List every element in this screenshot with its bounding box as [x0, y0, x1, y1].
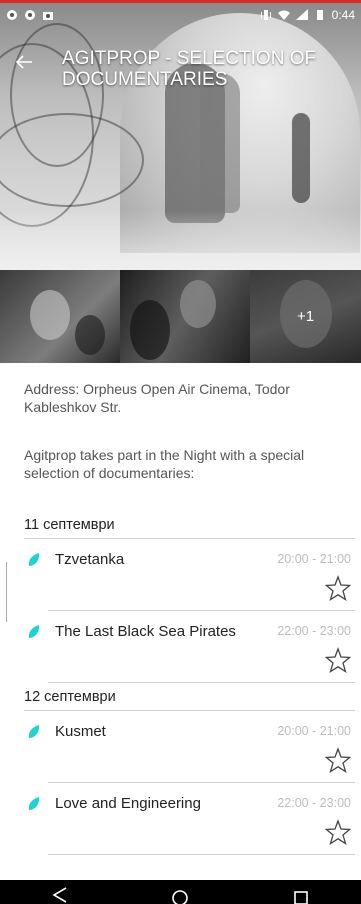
event-name: Kusmet — [55, 723, 106, 740]
gallery-photo[interactable] — [0, 270, 120, 363]
back-button[interactable] — [10, 48, 38, 76]
scroll-indicator — [6, 562, 7, 622]
event-time: 20:00 - 21:00 — [277, 724, 351, 738]
drop-icon — [28, 725, 40, 738]
navigation-bar — [0, 880, 361, 904]
wifi-icon — [277, 10, 290, 20]
toolbar: AGITPROP - SELECTION OF DOCUMENTARIES — [0, 38, 361, 108]
page-title: AGITPROP - SELECTION OF DOCUMENTARIES — [62, 48, 317, 90]
signal-icon — [295, 9, 308, 20]
event-time: 22:00 - 23:00 — [277, 624, 351, 638]
status-bar: 0:44 — [0, 3, 361, 27]
event-info: Address: Orpheus Open Air Cinema, Todor … — [24, 380, 344, 481]
status-time: 0:44 — [331, 8, 355, 22]
event-name: Love and Engineering — [55, 795, 201, 812]
circle-home-icon — [172, 890, 189, 904]
star-icon[interactable] — [325, 647, 351, 673]
photo-icon — [43, 12, 53, 20]
notification-icon — [7, 10, 17, 20]
battery-icon — [316, 10, 323, 20]
schedule-item[interactable]: Tzvetanka 20:00 - 21:00 — [24, 539, 355, 611]
vibrate-icon — [260, 10, 271, 20]
schedule-day: 12 септември Kusmet 20:00 - 21:00 Love a… — [24, 686, 355, 855]
more-photos-count: +1 — [250, 270, 361, 363]
star-icon[interactable] — [325, 819, 351, 845]
star-icon[interactable] — [325, 747, 351, 773]
description-text: Agitprop takes part in the Night with a … — [24, 447, 305, 481]
schedule-item[interactable]: Kusmet 20:00 - 21:00 — [24, 711, 355, 783]
photo-gallery: +1 — [0, 270, 361, 363]
star-icon[interactable] — [325, 575, 351, 601]
notification-icon — [25, 10, 35, 20]
address-text: Address: Orpheus Open Air Cinema, Todor … — [24, 381, 290, 415]
drop-icon — [28, 625, 40, 638]
schedule-item[interactable]: Love and Engineering 22:00 - 23:00 — [24, 783, 355, 855]
square-recents-icon — [294, 891, 308, 904]
event-name: The Last Black Sea Pirates — [55, 623, 236, 640]
gallery-more-photos[interactable]: +1 — [250, 270, 361, 363]
event-time: 22:00 - 23:00 — [277, 796, 351, 810]
event-time: 20:00 - 21:00 — [277, 552, 351, 566]
nav-back-button[interactable] — [46, 884, 74, 904]
schedule-item[interactable]: The Last Black Sea Pirates 22:00 - 23:00 — [24, 611, 355, 683]
nav-recents-button[interactable] — [287, 884, 315, 904]
schedule-day: 11 септември Tzvetanka 20:00 - 21:00 The… — [24, 514, 355, 683]
day-header: 12 септември — [24, 686, 355, 711]
nav-home-button[interactable] — [166, 884, 194, 904]
drop-icon — [28, 553, 40, 566]
drop-icon — [28, 797, 40, 810]
back-arrow-icon — [15, 55, 32, 69]
gallery-photo[interactable] — [120, 270, 250, 363]
triangle-back-icon — [52, 887, 67, 903]
event-name: Tzvetanka — [55, 551, 125, 568]
day-header: 11 септември — [24, 514, 355, 539]
